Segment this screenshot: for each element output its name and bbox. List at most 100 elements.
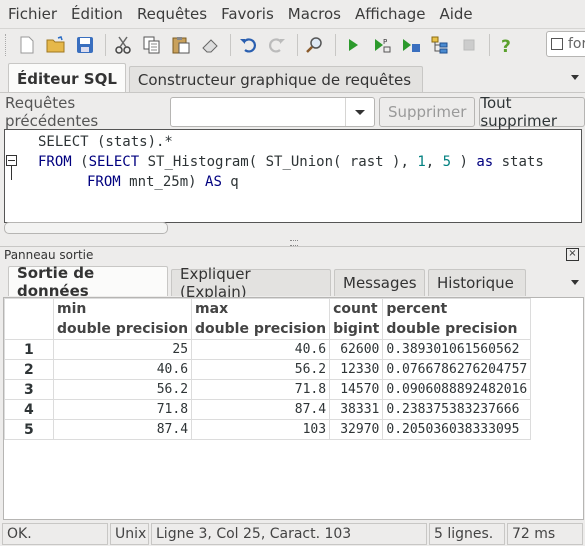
output-tabs-menu-arrow-icon[interactable] [571,280,579,285]
help-icon[interactable]: ? [494,32,520,58]
toolbar: P ? for [0,28,585,60]
column-header-count[interactable]: count bigint [329,298,384,340]
cell-min[interactable]: 25 [52,339,193,360]
results-table: min double precision max double precision … [4,298,532,440]
history-row: Requêtes précédentes Supprimer Tout supp… [0,94,585,130]
table-row[interactable]: 4 71.8 87.4 38331 0.238375383237666 [4,399,532,420]
column-header-max[interactable]: max double precision [191,298,331,340]
row-number[interactable]: 4 [4,399,54,420]
table-row[interactable]: 5 87.4 103 32970 0.205036038333095 [4,419,532,440]
row-number[interactable]: 3 [4,379,54,400]
search-text: for [568,36,585,52]
cell-count[interactable]: 38331 [329,399,384,420]
redo-icon[interactable] [264,32,290,58]
tab-sql-editor[interactable]: Éditeur SQL [8,63,126,93]
menu-edition[interactable]: Édition [64,5,130,23]
paste-icon[interactable] [168,32,194,58]
execute-pgscript-icon[interactable]: P [369,32,395,58]
cell-min[interactable]: 71.8 [52,399,193,420]
cell-count[interactable]: 62600 [329,339,384,360]
column-header-percent[interactable]: percent double precision [382,298,532,340]
output-panel-title: Panneau sortie [4,248,94,262]
status-eol: Unix [110,523,149,545]
execute-to-file-icon[interactable] [398,32,424,58]
save-icon[interactable] [72,32,98,58]
cell-max[interactable]: 40.6 [191,339,331,360]
new-file-icon[interactable] [14,32,40,58]
copy-icon[interactable] [139,32,165,58]
fold-marker-icon[interactable] [6,155,17,166]
cell-min[interactable]: 40.6 [52,359,193,380]
toolbar-separator [105,33,106,56]
sql-editor[interactable]: SELECT (stats).* FROM (SELECT ST_Histogr… [4,129,582,223]
status-state: OK. [2,523,108,545]
sql-line-1: SELECT (stats).* [38,134,173,150]
execute-icon[interactable] [340,32,366,58]
cell-max[interactable]: 56.2 [191,359,331,380]
tabs-menu-arrow-icon[interactable] [571,75,579,80]
status-exec-time: 72 ms [507,523,583,545]
cell-min[interactable]: 87.4 [52,419,193,440]
cell-percent[interactable]: 0.238375383237666 [382,399,532,420]
history-label: Requêtes précédentes [5,94,99,130]
cell-percent[interactable]: 0.0766786276204757 [382,359,532,380]
cell-count[interactable]: 32970 [329,419,384,440]
find-icon[interactable] [302,32,328,58]
cell-count[interactable]: 14570 [329,379,384,400]
menu-bar: Fichier Édition Requêtes Favoris Macros … [0,0,585,27]
undo-icon[interactable] [235,32,261,58]
results-grid[interactable]: min double precision max double precision … [3,297,584,520]
cell-max[interactable]: 87.4 [191,399,331,420]
tab-explain[interactable]: Expliquer (Explain) [171,265,331,301]
svg-text:P: P [383,38,387,46]
explain-icon[interactable] [427,32,453,58]
editor-tabs: Éditeur SQL Constructeur graphique de re… [8,63,426,93]
cancel-query-icon[interactable] [456,32,482,58]
cell-max[interactable]: 71.8 [191,379,331,400]
cell-percent[interactable]: 0.0906088892482016 [382,379,532,400]
search-checkbox[interactable] [551,38,563,50]
toolbar-separator [489,33,490,56]
fold-line [11,166,12,180]
toolbar-grip[interactable] [5,33,10,56]
menu-fichier[interactable]: Fichier [0,5,64,23]
output-tabs: Sortie de données Expliquer (Explain) Me… [8,264,529,301]
delete-all-button[interactable]: Tout supprimer [479,94,585,130]
search-field[interactable]: for [546,31,585,57]
chevron-down-icon[interactable] [345,98,374,126]
cell-max[interactable]: 103 [191,419,331,440]
tab-history[interactable]: Historique [428,269,526,296]
cell-percent[interactable]: 0.205036038333095 [382,419,532,440]
column-header-min[interactable]: min double precision [52,298,193,340]
table-row[interactable]: 3 56.2 71.8 14570 0.0906088892482016 [4,379,532,400]
cell-count[interactable]: 12330 [329,359,384,380]
status-bar: OK. Unix Ligne 3, Col 25, Caract. 103 5 … [0,522,585,546]
cell-percent[interactable]: 0.389301061560562 [382,339,532,360]
cell-min[interactable]: 56.2 [52,379,193,400]
table-header-row: min double precision max double precision … [4,298,532,340]
delete-button[interactable]: Supprimer [379,97,476,127]
table-row[interactable]: 1 25 40.6 62600 0.389301061560562 [4,339,532,360]
tab-data-output[interactable]: Sortie de données [8,264,168,300]
tab-graphical-query-builder[interactable]: Constructeur graphique de requêtes [128,66,423,93]
row-number[interactable]: 2 [4,359,54,380]
menu-aide[interactable]: Aide [432,5,479,23]
row-number[interactable]: 1 [4,339,54,360]
menu-favoris[interactable]: Favoris [214,5,281,23]
cut-icon[interactable] [110,32,136,58]
open-folder-icon[interactable] [43,32,69,58]
sql-line-3: FROM mnt_25m) AS q [87,174,239,190]
menu-requetes[interactable]: Requêtes [130,5,214,23]
close-icon[interactable]: × [566,248,579,261]
tab-messages[interactable]: Messages [334,269,425,296]
menu-affichage[interactable]: Affichage [348,5,432,23]
eraser-icon[interactable] [197,32,223,58]
divider [0,92,585,93]
history-combo[interactable] [169,97,376,127]
status-row-count: 5 lignes. [429,523,505,545]
row-number[interactable]: 5 [4,419,54,440]
menu-macros[interactable]: Macros [281,5,348,23]
toolbar-separator [335,33,336,56]
table-row[interactable]: 2 40.6 56.2 12330 0.0766786276204757 [4,359,532,380]
editor-horizontal-scrollbar[interactable] [4,222,168,234]
